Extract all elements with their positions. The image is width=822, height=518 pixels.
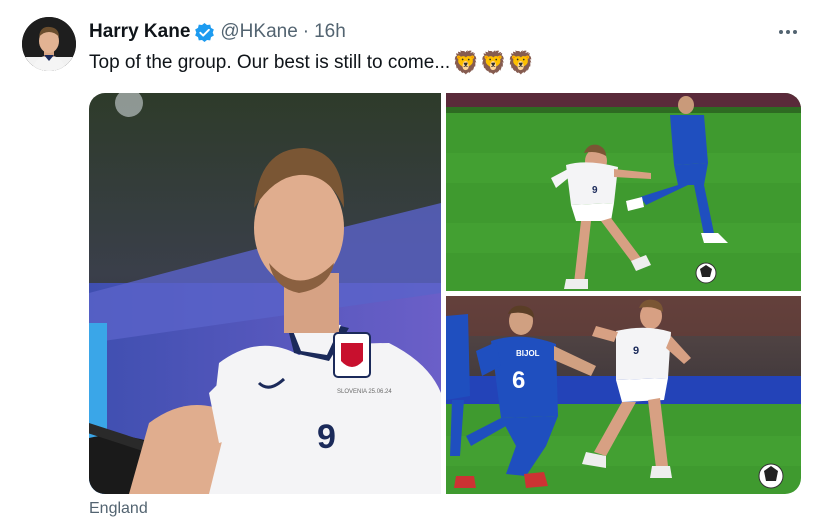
photo-kane-portrait[interactable]: 9 SLOVENIA 25.06.24 [89, 93, 441, 494]
separator-dot: · [302, 21, 310, 42]
photo3-kit-number: 6 [512, 367, 525, 394]
photo3-shirt-name: BIJOL [516, 349, 540, 358]
photo3-kane-number: 9 [633, 345, 639, 357]
tweet-timestamp[interactable]: 16h [314, 21, 346, 43]
tweet-header: Harry Kane @HKane · 16h [89, 19, 346, 45]
photo1-kit-number: 9 [317, 418, 336, 456]
media-grid: 9 SLOVENIA 25.06.24 9 BIJOL 6 9 [89, 93, 801, 494]
tweet-card[interactable]: Harry Kane @HKane · 16h Top of the group… [0, 0, 822, 518]
more-options-button[interactable] [772, 20, 804, 44]
photo2-kit-number: 9 [592, 185, 598, 196]
avatar-image [22, 17, 76, 71]
photo-kane-dribble[interactable]: BIJOL 6 9 [446, 296, 801, 494]
verified-badge-icon [194, 22, 215, 43]
lion-emoji: 🦁🦁🦁 [452, 50, 535, 75]
ellipsis-icon [779, 30, 783, 34]
author-name[interactable]: Harry Kane [89, 21, 190, 43]
author-avatar[interactable] [22, 17, 76, 71]
tweet-text-body: Top of the group. Our best is still to c… [89, 52, 451, 73]
footer-label[interactable]: England [89, 500, 148, 518]
photo-kane-shooting[interactable]: 9 [446, 93, 801, 291]
tweet-text: Top of the group. Our best is still to c… [89, 49, 534, 77]
author-handle[interactable]: @HKane [220, 21, 297, 43]
photo1-crest-text: SLOVENIA 25.06.24 [337, 389, 392, 395]
